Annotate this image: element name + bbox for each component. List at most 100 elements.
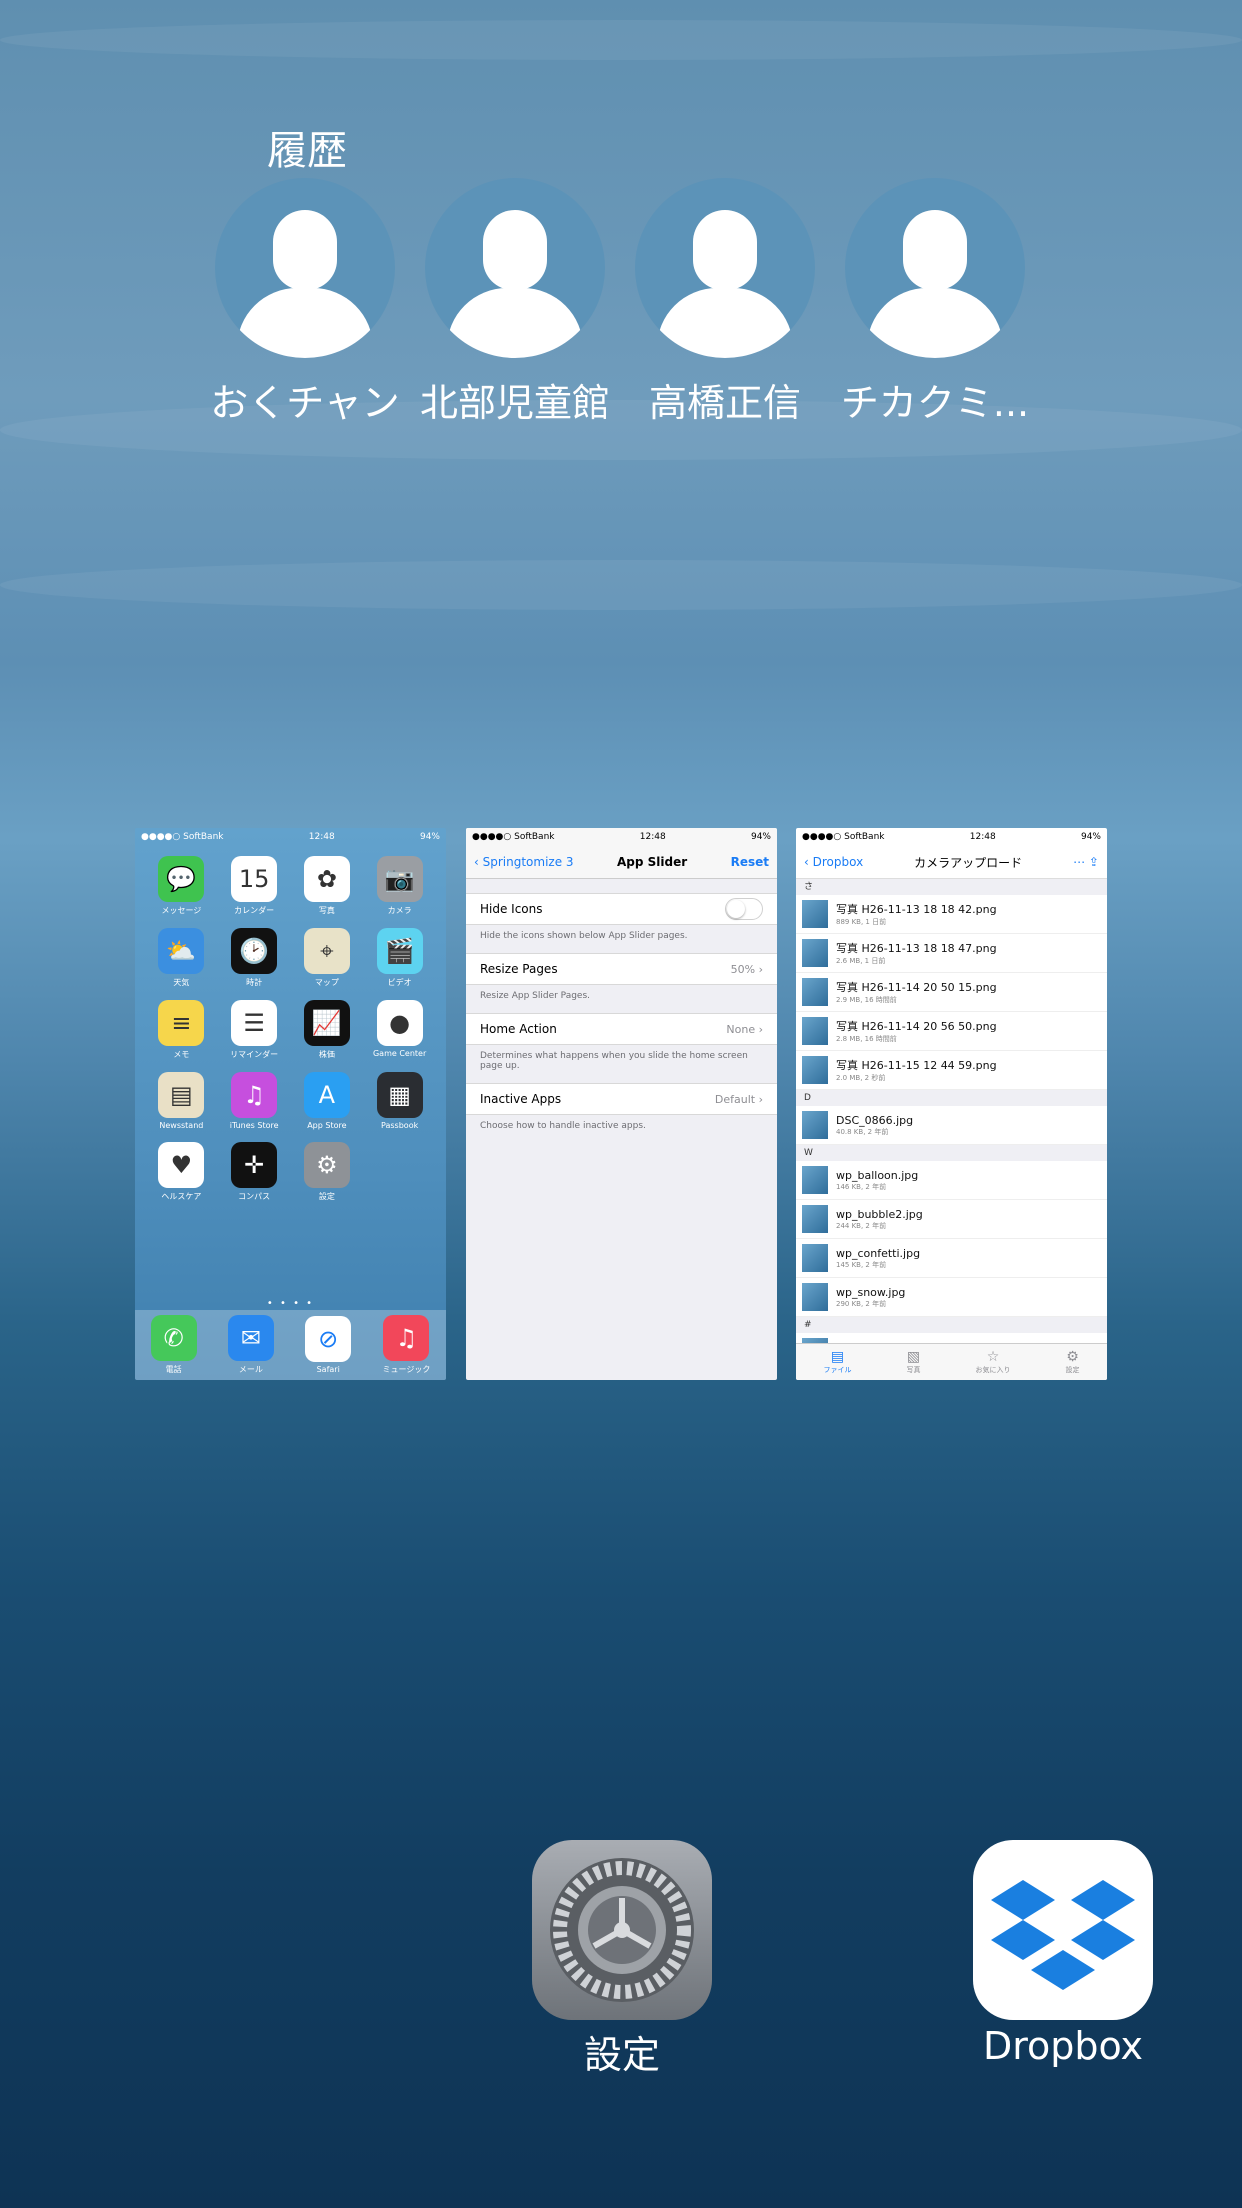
app-label: 設定 — [318, 1192, 335, 1201]
app-glyph-icon: ⊘ — [305, 1316, 352, 1362]
app-label: 株価 — [318, 1050, 335, 1059]
settings-row-inactive-apps[interactable]: Inactive Apps Default › — [466, 1083, 777, 1115]
file-row[interactable]: wp_balloon.jpg 146 KB, 2 年前 — [796, 1161, 1107, 1200]
file-meta: 146 KB, 2 年前 — [836, 1182, 887, 1191]
reset-button[interactable]: Reset — [731, 855, 769, 869]
carrier-label: ●●●●○ SoftBank — [472, 832, 555, 842]
file-row[interactable]: 写真 H26-11-13 18 18 47.png 2.6 MB, 1 日前 — [796, 934, 1107, 973]
app-glyph-icon: 🎬 — [376, 928, 423, 974]
home-app-icon[interactable]: 📈 株価 — [291, 1000, 364, 1060]
contact-avatar — [635, 178, 815, 358]
home-app-icon[interactable]: ▤ Newsstand — [145, 1072, 218, 1130]
row-description: Resize App Slider Pages. — [480, 991, 591, 1001]
home-app-icon[interactable]: ♥ ヘルスケア — [145, 1142, 218, 1202]
tab-item[interactable]: ☆ お気に入り — [976, 1349, 1011, 1375]
settings-row-resize-pages[interactable]: Resize Pages 50% › — [466, 953, 777, 985]
app-glyph-icon: ≡ — [158, 1000, 205, 1046]
app-icon-dropbox[interactable]: Dropbox — [953, 1840, 1173, 2068]
settings-row-hide-icons[interactable]: Hide Icons — [466, 893, 777, 925]
file-row[interactable]: 写真 H26-11-14 20 56 50.png 2.8 MB, 16 時間前 — [796, 1012, 1107, 1051]
file-thumbnail — [802, 900, 828, 928]
row-value: None › — [726, 1022, 763, 1036]
contact-avatar — [215, 178, 395, 358]
home-app-icon[interactable]: 🕑 時計 — [218, 928, 291, 988]
app-glyph-icon: ⛅ — [158, 928, 205, 974]
photo-icon: ▧ — [906, 1349, 921, 1365]
app-glyph-icon: 🕑 — [231, 928, 278, 974]
file-row[interactable]: 写真 H26-11-14 20 50 15.png 2.9 MB, 16 時間前 — [796, 973, 1107, 1012]
app-icon-settings[interactable]: 設定 — [512, 1840, 732, 2079]
home-app-icon[interactable]: A App Store — [291, 1072, 364, 1130]
dock-app-icon[interactable]: ♫ ミュージック — [382, 1315, 430, 1375]
app-card-settings[interactable]: ●●●●○ SoftBank 12:48 94% ‹ Springtomize … — [466, 828, 777, 1380]
section-header: # — [796, 1317, 1107, 1333]
settings-row-home-action[interactable]: Home Action None › — [466, 1013, 777, 1045]
home-app-icon[interactable]: ⛅ 天気 — [145, 928, 218, 988]
hide-icons-toggle[interactable] — [725, 898, 763, 920]
battery-label: 94% — [1080, 832, 1101, 842]
app-glyph-icon: 💬 — [158, 856, 205, 902]
file-name: 写真 H26-11-14 20 56 50.png — [836, 1020, 997, 1033]
back-label: Dropbox — [812, 855, 864, 869]
app-card-dropbox[interactable]: ●●●●○ SoftBank 12:48 94% ‹ Dropbox カメラアッ… — [796, 828, 1107, 1380]
home-app-icon[interactable]: 📷 カメラ — [363, 856, 436, 916]
app-glyph-icon: ♫ — [231, 1072, 278, 1118]
home-app-icon[interactable]: 🎬 ビデオ — [363, 928, 436, 988]
more-icon[interactable]: ⋯ ⇪ — [1073, 855, 1099, 869]
home-app-icon[interactable]: ≡ メモ — [145, 1000, 218, 1060]
file-row[interactable]: wp_snow.jpg 290 KB, 2 年前 — [796, 1278, 1107, 1317]
home-app-icon[interactable]: ⌖ マップ — [291, 928, 364, 988]
file-row[interactable]: 写真 H26-11-13 18 18 42.png 889 KB, 1 日前 — [796, 895, 1107, 934]
tab-item[interactable]: ⚙ 設定 — [1066, 1349, 1080, 1375]
app-glyph-icon: A — [303, 1072, 350, 1118]
home-app-icon[interactable]: ● Game Center — [363, 1000, 436, 1060]
contact-item[interactable]: 高橋正信 — [625, 178, 825, 427]
file-row[interactable]: 写真 H26-11-15 12 44 59.png 2.0 MB, 2 秒前 — [796, 1051, 1107, 1090]
file-thumbnail — [802, 1017, 828, 1045]
file-meta: 244 KB, 2 年前 — [836, 1221, 887, 1230]
dock-app-icon[interactable]: ✉ メール — [227, 1315, 274, 1375]
tab-label: 写真 — [906, 1366, 921, 1374]
dock-app-icon[interactable]: ✆ 電話 — [150, 1315, 197, 1375]
contact-item[interactable]: 北部児童館 — [415, 178, 615, 427]
home-app-icon[interactable]: 15 カレンダー — [218, 856, 291, 916]
nav-title: App Slider — [616, 855, 688, 869]
home-app-icon[interactable]: ✛ コンパス — [218, 1142, 291, 1202]
app-card-home-screen[interactable]: ●●●●○ SoftBank 12:48 94% 💬 メッセージ 15 カレンダー ✿ 写… — [135, 828, 446, 1380]
row-label: Hide Icons — [480, 902, 543, 916]
file-row[interactable]: wp_bubble2.jpg 244 KB, 2 年前 — [796, 1200, 1107, 1239]
back-button[interactable]: ‹ Springtomize 3 — [474, 855, 574, 869]
dock-app-icon[interactable]: ⊘ Safari — [305, 1316, 352, 1374]
back-button[interactable]: ‹ Dropbox — [804, 855, 863, 869]
home-app-icon[interactable]: ♫ iTunes Store — [218, 1072, 291, 1130]
contact-avatar — [845, 178, 1025, 358]
status-bar: ●●●●○ SoftBank 12:48 94% — [135, 828, 446, 846]
contact-avatar — [425, 178, 605, 358]
contact-item[interactable]: おくチャン — [205, 178, 405, 427]
app-label: メモ — [173, 1050, 190, 1059]
file-thumbnail — [802, 978, 828, 1006]
section-header: W — [796, 1145, 1107, 1161]
file-meta: 2.8 MB, 16 時間前 — [836, 1035, 897, 1043]
file-row[interactable]: wp_confetti.jpg 145 KB, 2 年前 — [796, 1239, 1107, 1278]
home-app-icon[interactable]: ✿ 写真 — [291, 856, 364, 916]
file-row[interactable]: DSC_0866.jpg 40.8 KB, 2 年前 — [796, 1106, 1107, 1145]
home-app-icon[interactable]: 💬 メッセージ — [145, 856, 218, 916]
app-glyph-icon: ▦ — [376, 1072, 423, 1118]
app-label: コンパス — [238, 1192, 271, 1201]
home-app-icon[interactable]: ☰ リマインダー — [218, 1000, 291, 1060]
row-value: 50% › — [730, 962, 763, 976]
home-app-grid: 💬 メッセージ 15 カレンダー ✿ 写真 📷 カメラ ⛅ 天気 🕑 時計 ⌖ マップ 🎬 ビデオ ≡ メモ ☰ リマ… — [135, 846, 446, 1202]
tab-item[interactable]: ▧ 写真 — [907, 1349, 921, 1375]
app-glyph-icon: ▤ — [158, 1072, 205, 1118]
file-meta: 40.8 KB, 2 年前 — [836, 1127, 889, 1136]
home-app-icon[interactable]: ⚙ 設定 — [291, 1142, 364, 1202]
app-glyph-icon: ☰ — [231, 1000, 278, 1046]
water-ripple — [0, 400, 1242, 460]
status-bar: ●●●●○ SoftBank 12:48 94% — [466, 828, 777, 846]
home-app-icon[interactable]: ▦ Passbook — [363, 1072, 436, 1130]
app-glyph-icon: ● — [376, 1000, 423, 1046]
tab-item[interactable]: ▤ ファイル — [824, 1349, 852, 1375]
contact-item[interactable]: チカクミ... — [835, 178, 1035, 427]
row-description: Determines what happens when you slide t… — [480, 1051, 748, 1071]
